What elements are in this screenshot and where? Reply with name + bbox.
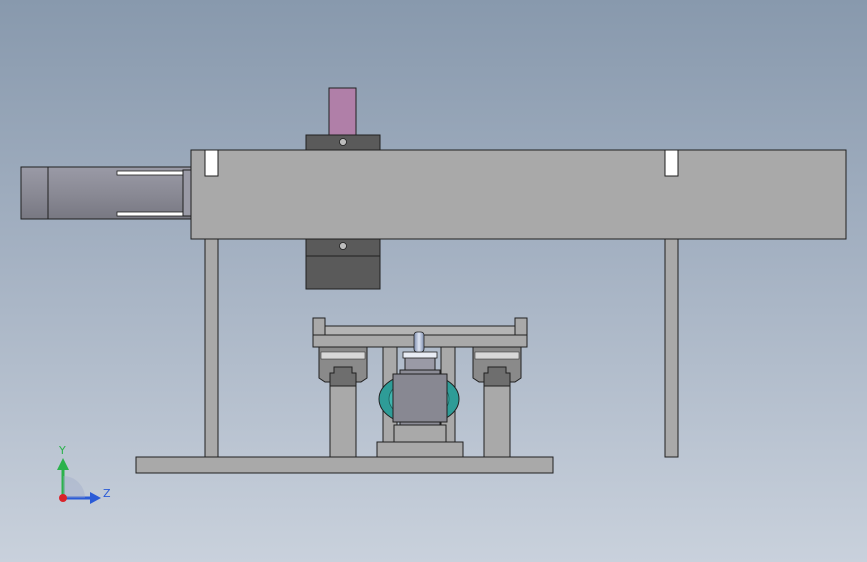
triad-z-arrow-icon xyxy=(90,492,101,504)
right-guide-rail xyxy=(483,366,511,387)
base-plate xyxy=(135,456,554,474)
drive-motor-collar xyxy=(404,356,436,371)
assembly-view[interactable]: Y Z xyxy=(0,0,867,562)
right-column-slot xyxy=(664,149,679,177)
drive-shaft-cap xyxy=(402,351,438,359)
drive-motor-base xyxy=(393,424,447,443)
triad-xy-plane xyxy=(63,476,85,498)
left-guide-post xyxy=(329,385,357,458)
cad-viewport[interactable]: Y Z xyxy=(0,0,867,562)
motor-flange xyxy=(182,169,192,217)
drive-motor-face xyxy=(392,373,448,423)
main-beam xyxy=(190,149,847,240)
right-guide-label xyxy=(474,351,520,360)
triad-y-arrow-icon xyxy=(57,458,69,470)
triad-x-axis-dot xyxy=(59,494,67,502)
carriage-left-lip xyxy=(312,317,326,336)
upper-mount-hole xyxy=(339,138,347,146)
orientation-triad: Y Z xyxy=(57,444,111,504)
drive-shaft xyxy=(413,331,425,353)
pink-block xyxy=(328,87,357,136)
right-guide-post xyxy=(483,385,511,458)
motor-slot-bottom xyxy=(116,211,186,217)
left-guide-rail xyxy=(329,366,357,387)
left-column-slot xyxy=(204,149,219,177)
carriage-right-lip xyxy=(514,317,528,336)
motor-slot-top xyxy=(116,170,186,176)
lower-mount-hole xyxy=(339,242,347,250)
left-guide-label xyxy=(320,351,366,360)
triad-y-label: Y xyxy=(58,444,66,457)
triad-z-label: Z xyxy=(103,487,111,500)
center-foot xyxy=(376,441,464,458)
